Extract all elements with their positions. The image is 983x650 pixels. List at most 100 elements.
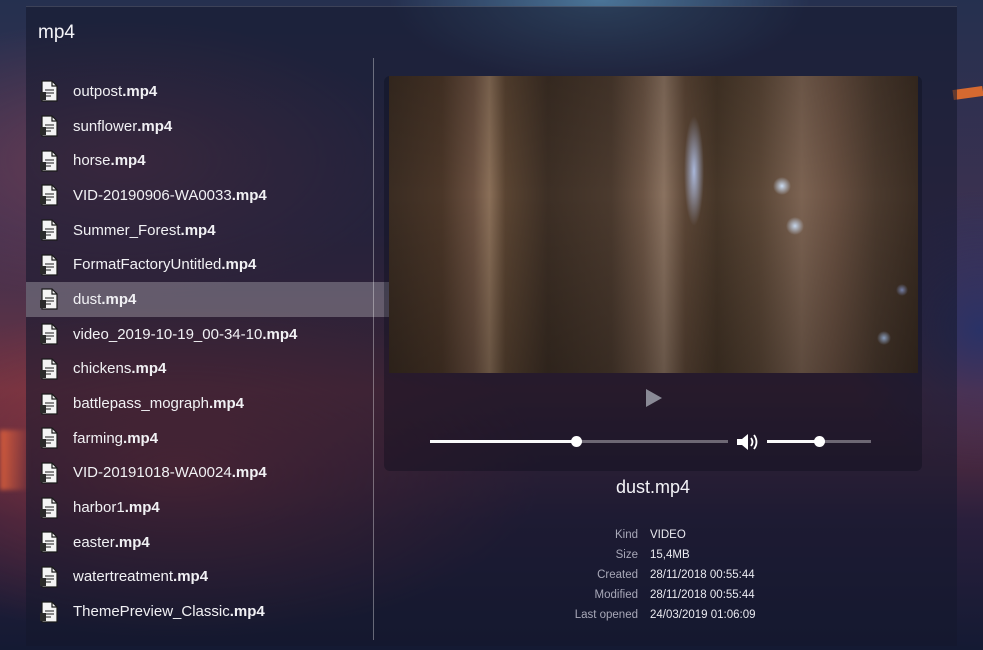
meta-row: Size 15,4MB <box>384 545 922 565</box>
file-extension: .mp4 <box>110 152 146 170</box>
meta-row: Modified 28/11/2018 00:55:44 <box>384 585 922 605</box>
file-extension: .mp4 <box>229 603 265 621</box>
seek-bar[interactable] <box>430 436 728 447</box>
document-icon <box>40 496 58 519</box>
file-name: chickens.mp4 <box>73 360 166 377</box>
file-extension: .mp4 <box>231 464 267 482</box>
file-extension: .mp4 <box>221 256 257 274</box>
file-name-stem: ThemePreview_Classic <box>73 603 230 621</box>
list-item[interactable]: VID-20191018-WA0024.mp4 <box>26 456 399 491</box>
file-name-stem: VID-20191018-WA0024 <box>73 464 232 482</box>
file-name: battlepass_mograph.mp4 <box>73 395 244 412</box>
meta-key: Modified <box>594 589 638 601</box>
volume-slider-fill <box>767 440 819 443</box>
file-name: ThemePreview_Classic.mp4 <box>73 603 265 620</box>
file-extension: .mp4 <box>262 325 298 343</box>
list-item[interactable]: Summer_Forest.mp4 <box>26 213 399 248</box>
file-name: VID-20191018-WA0024.mp4 <box>73 464 267 481</box>
meta-key: Last opened <box>574 609 638 621</box>
meta-row: Created 28/11/2018 00:55:44 <box>384 565 922 585</box>
file-extension: .mp4 <box>231 186 267 204</box>
file-name: farming.mp4 <box>73 430 158 447</box>
list-item[interactable]: battlepass_mograph.mp4 <box>26 386 399 421</box>
list-item[interactable]: outpost.mp4 <box>26 74 399 109</box>
file-name-stem: chickens <box>73 360 132 378</box>
file-name: VID-20190906-WA0033.mp4 <box>73 187 267 204</box>
document-icon <box>40 323 58 345</box>
list-item[interactable]: chickens.mp4 <box>26 352 399 387</box>
list-item[interactable]: farming.mp4 <box>26 421 399 456</box>
file-extension: .mp4 <box>101 290 137 308</box>
seek-bar-fill <box>430 440 577 443</box>
file-name: Summer_Forest.mp4 <box>73 222 216 239</box>
document-icon <box>40 184 58 207</box>
list-item[interactable]: harbor1.mp4 <box>26 490 399 525</box>
file-name: dust.mp4 <box>73 291 136 308</box>
search-input[interactable] <box>38 22 638 44</box>
file-extension: .mp4 <box>173 568 209 586</box>
file-name-stem: easter <box>73 533 115 551</box>
volume-icon[interactable] <box>735 432 761 452</box>
list-item[interactable]: easter.mp4 <box>26 525 399 560</box>
seek-bar-handle[interactable] <box>571 436 583 447</box>
list-item[interactable]: dust.mp4 <box>26 282 399 317</box>
list-item[interactable]: video_2019-10-19_00-34-10.mp4 <box>26 317 399 352</box>
file-name-stem: outpost <box>73 82 123 100</box>
file-metadata: Kind VIDEO Size 15,4MB Created 28/11/2018 00:… <box>384 525 922 625</box>
play-icon[interactable] <box>646 389 662 407</box>
file-name: horse.mp4 <box>73 152 146 169</box>
list-item[interactable]: horse.mp4 <box>26 143 399 178</box>
list-item[interactable]: watertreatment.mp4 <box>26 560 399 595</box>
document-icon <box>40 288 58 311</box>
document-icon <box>40 566 58 588</box>
meta-value: VIDEO <box>650 529 686 541</box>
meta-value: 24/03/2019 01:06:09 <box>650 609 756 621</box>
file-extension: .mp4 <box>122 82 158 100</box>
document-icon <box>40 531 58 553</box>
file-name: outpost.mp4 <box>73 83 157 100</box>
volume-slider-handle[interactable] <box>814 436 825 447</box>
meta-value: 28/11/2018 00:55:44 <box>650 589 755 601</box>
file-name: sunflower.mp4 <box>73 118 172 135</box>
document-icon <box>40 150 58 172</box>
list-item[interactable]: sunflower.mp4 <box>26 109 399 144</box>
file-name: watertreatment.mp4 <box>73 568 208 585</box>
file-name-stem: dust <box>73 290 102 308</box>
list-item[interactable]: VID-20190906-WA0033.mp4 <box>26 178 399 213</box>
file-extension: .mp4 <box>137 117 173 135</box>
file-name-stem: watertreatment <box>73 568 174 586</box>
file-extension: .mp4 <box>114 533 150 551</box>
file-name-stem: VID-20190906-WA0033 <box>73 186 232 204</box>
document-icon <box>40 462 58 484</box>
document-icon <box>40 115 58 137</box>
wallpaper-glow <box>952 85 983 101</box>
document-icon <box>40 601 58 623</box>
meta-row: Kind VIDEO <box>384 525 922 545</box>
search-bar[interactable] <box>26 7 957 59</box>
meta-value: 15,4MB <box>650 549 690 561</box>
meta-row: Last opened 24/03/2019 01:06:09 <box>384 605 922 625</box>
document-icon <box>40 80 58 102</box>
file-extension: .mp4 <box>180 221 216 239</box>
meta-value: 28/11/2018 00:55:44 <box>650 569 755 581</box>
file-name-stem: battlepass_mograph <box>73 395 209 413</box>
file-extension: .mp4 <box>208 395 244 413</box>
document-icon <box>40 392 58 415</box>
volume-slider[interactable] <box>767 436 871 447</box>
list-item[interactable]: ThemePreview_Classic.mp4 <box>26 594 399 629</box>
file-extension: .mp4 <box>124 499 160 517</box>
file-name-stem: horse <box>73 152 111 170</box>
file-name: video_2019-10-19_00-34-10.mp4 <box>73 326 297 343</box>
file-name-stem: sunflower <box>73 117 138 135</box>
meta-key: Kind <box>614 529 638 541</box>
document-icon <box>40 358 58 380</box>
file-name-stem: video_2019-10-19_00-34-10 <box>73 325 263 343</box>
file-name-stem: farming <box>73 429 124 447</box>
meta-key: Created <box>597 569 638 581</box>
list-item[interactable]: FormatFactoryUntitled.mp4 <box>26 247 399 282</box>
video-frame[interactable] <box>389 76 918 373</box>
file-name: FormatFactoryUntitled.mp4 <box>73 256 256 273</box>
document-icon <box>40 427 58 449</box>
file-extension: .mp4 <box>123 429 159 447</box>
file-name: easter.mp4 <box>73 534 150 551</box>
